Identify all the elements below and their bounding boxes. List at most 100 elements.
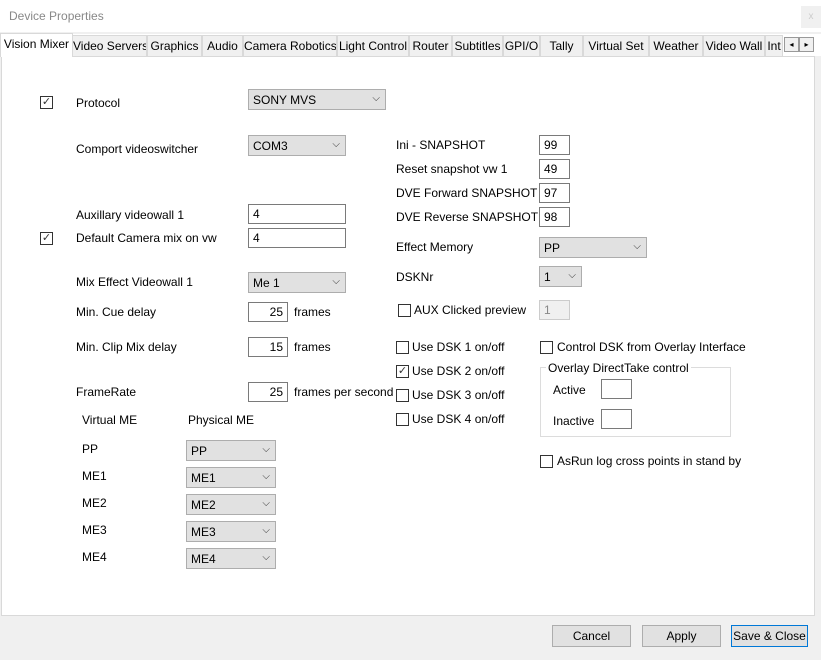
tab-audio[interactable]: Audio <box>202 35 243 56</box>
tab-gpi-o[interactable]: GPI/O <box>503 35 540 56</box>
tab-int[interactable]: Int <box>765 35 783 56</box>
default-camera-input[interactable]: 4 <box>248 228 346 248</box>
chevron-down-icon: ⌵ <box>262 471 270 482</box>
physical-me-select-1-value: ME1 <box>191 471 216 485</box>
apply-button[interactable]: Apply <box>642 625 721 647</box>
snapshot-label-0: Ini - SNAPSHOT <box>396 138 486 152</box>
control-dsk-label: Control DSK from Overlay Interface <box>557 340 746 354</box>
comport-label: Comport videoswitcher <box>76 142 199 156</box>
dsk-1-label: Use DSK 1 on/off <box>412 340 505 354</box>
mix-effect-select[interactable]: Me 1 ⌵ <box>248 272 346 293</box>
physical-me-select-1[interactable]: ME1 ⌵ <box>186 467 276 488</box>
dsk-2-checkbox-checked[interactable]: ✓ <box>396 365 409 378</box>
dsk-4-checkbox[interactable] <box>396 413 409 426</box>
snapshot-label-2: DVE Forward SNAPSHOT <box>396 186 538 200</box>
tab-tally[interactable]: Tally <box>540 35 583 56</box>
virtual-me-3: ME3 <box>82 523 107 537</box>
tab-virtual-set[interactable]: Virtual Set <box>583 35 649 56</box>
physical-me-select-2-value: ME2 <box>191 498 216 512</box>
window-title: Device Properties <box>9 9 104 23</box>
tab-scroll-left-icon[interactable]: ◂ <box>784 37 799 52</box>
tab-weather[interactable]: Weather <box>649 35 703 56</box>
overlay-inactive-input[interactable] <box>601 409 632 429</box>
close-button[interactable]: x <box>801 6 821 28</box>
physical-me-select-4-value: ME4 <box>191 552 216 566</box>
comport-select-value: COM3 <box>253 139 288 153</box>
physical-me-select-3-value: ME3 <box>191 525 216 539</box>
control-dsk-checkbox[interactable] <box>540 341 553 354</box>
save-close-button[interactable]: Save & Close <box>731 625 808 647</box>
chevron-down-icon: ⌵ <box>262 498 270 509</box>
dsknr-select-value: 1 <box>544 270 551 284</box>
physical-me-header: Physical ME <box>188 413 255 427</box>
virtual-me-header: Virtual ME <box>82 413 138 427</box>
tab-router[interactable]: Router <box>409 35 452 56</box>
tab-camera-robotics[interactable]: Camera Robotics <box>243 35 337 56</box>
virtual-me-1: ME1 <box>82 469 107 483</box>
asrun-checkbox[interactable] <box>540 455 553 468</box>
comport-select[interactable]: COM3 ⌵ <box>248 135 346 156</box>
chevron-down-icon: ⌵ <box>262 552 270 563</box>
dsknr-select[interactable]: 1 ⌵ <box>539 266 582 287</box>
virtual-me-2: ME2 <box>82 496 107 510</box>
snapshot-input-0[interactable]: 99 <box>539 135 570 155</box>
aux-clicked-checkbox[interactable] <box>398 304 411 317</box>
protocol-select[interactable]: SONY MVS ⌵ <box>248 89 386 110</box>
asrun-label: AsRun log cross points in stand by <box>557 454 742 468</box>
physical-me-select-3[interactable]: ME3 ⌵ <box>186 521 276 542</box>
aux-videowall-input[interactable]: 4 <box>248 204 346 224</box>
tab-video-servers[interactable]: Video Servers <box>72 35 147 56</box>
effect-memory-select[interactable]: PP ⌵ <box>539 237 647 258</box>
min-clip-input[interactable]: 15 <box>248 337 288 357</box>
tab-graphics[interactable]: Graphics <box>147 35 202 56</box>
effect-memory-label: Effect Memory <box>396 240 474 254</box>
virtual-me-0: PP <box>82 442 99 456</box>
aux-clicked-label: AUX Clicked preview <box>414 303 527 317</box>
framerate-label: FrameRate <box>76 385 137 399</box>
min-cue-input[interactable]: 25 <box>248 302 288 322</box>
aux-videowall-label: Auxillary videowall 1 <box>76 208 185 222</box>
dsk-3-checkbox[interactable] <box>396 389 409 402</box>
chevron-down-icon: ⌵ <box>332 276 340 287</box>
chevron-down-icon: ⌵ <box>332 139 340 150</box>
protocol-select-value: SONY MVS <box>253 93 317 107</box>
tab-bar: Vision Mixer Video Servers Graphics Audio Ca… <box>0 33 821 57</box>
tab-vision-mixer[interactable]: Vision Mixer <box>0 33 73 57</box>
dsk-3-label: Use DSK 3 on/off <box>412 388 505 402</box>
physical-me-select-2[interactable]: ME2 ⌵ <box>186 494 276 515</box>
tab-subtitles[interactable]: Subtitles <box>452 35 503 56</box>
physical-me-select-0[interactable]: PP ⌵ <box>186 440 276 461</box>
mix-effect-select-value: Me 1 <box>253 276 280 290</box>
aux-clicked-input[interactable]: 1 <box>539 300 570 320</box>
framerate-input[interactable]: 25 <box>248 382 288 402</box>
chevron-down-icon: ⌵ <box>568 270 576 281</box>
protocol-label: Protocol <box>76 96 121 110</box>
tab-video-wall[interactable]: Video Wall <box>703 35 765 56</box>
mix-effect-label: Mix Effect Videowall 1 <box>76 275 193 289</box>
overlay-inactive-label: Inactive <box>553 414 595 428</box>
min-cue-unit: frames <box>294 305 331 319</box>
tab-scroll-right-icon[interactable]: ▸ <box>799 37 814 52</box>
default-camera-checkbox-checked[interactable]: ✓ <box>40 232 53 245</box>
snapshot-label-1: Reset snapshot vw 1 <box>396 162 508 176</box>
protocol-checkbox-checked[interactable]: ✓ <box>40 96 53 109</box>
overlay-active-label: Active <box>553 383 586 397</box>
title-bar <box>0 0 821 32</box>
dsk-2-label: Use DSK 2 on/off <box>412 364 505 378</box>
min-clip-label: Min. Clip Mix delay <box>76 340 177 354</box>
tab-light-control[interactable]: Light Control <box>337 35 409 56</box>
chevron-down-icon: ⌵ <box>633 241 641 252</box>
overlay-group-title: Overlay DirectTake control <box>546 361 691 375</box>
framerate-unit: frames per second <box>294 385 394 399</box>
snapshot-input-2[interactable]: 97 <box>539 183 570 203</box>
physical-me-select-4[interactable]: ME4 ⌵ <box>186 548 276 569</box>
snapshot-input-3[interactable]: 98 <box>539 207 570 227</box>
cancel-button[interactable]: Cancel <box>552 625 631 647</box>
overlay-active-input[interactable] <box>601 379 632 399</box>
physical-me-select-0-value: PP <box>191 444 208 458</box>
min-clip-unit: frames <box>294 340 331 354</box>
dsk-1-checkbox[interactable] <box>396 341 409 354</box>
snapshot-label-3: DVE Reverse SNAPSHOT <box>396 210 539 224</box>
dsk-4-label: Use DSK 4 on/off <box>412 412 505 426</box>
snapshot-input-1[interactable]: 49 <box>539 159 570 179</box>
